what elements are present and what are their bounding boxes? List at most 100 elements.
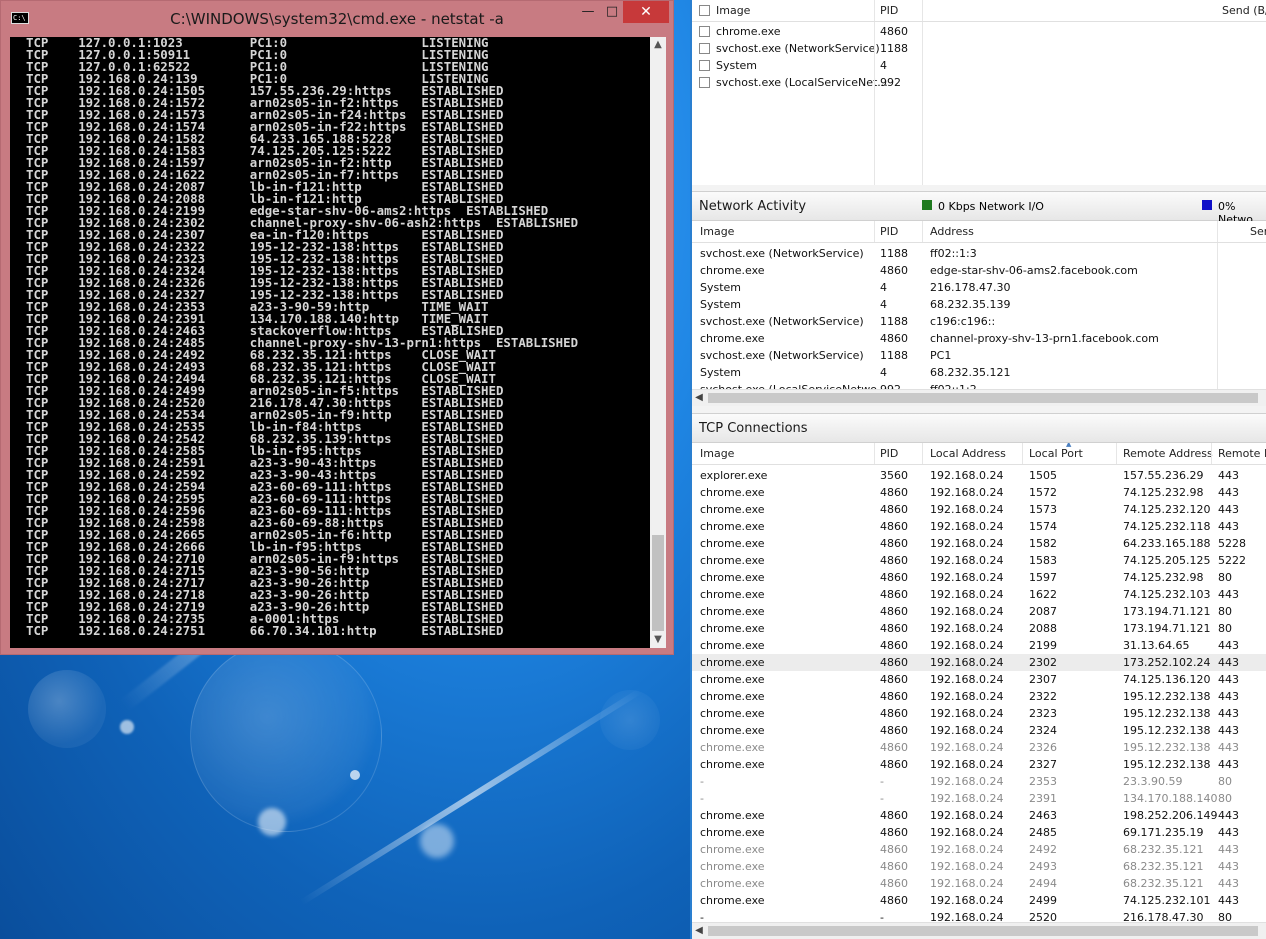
column-image[interactable]: Image xyxy=(716,4,750,17)
tcp-connections-hscrollbar[interactable]: ◀ xyxy=(692,922,1266,939)
network-activity-row[interactable]: svchost.exe (NetworkService) 1188 c196:c19… xyxy=(692,313,1266,330)
network-activity-header[interactable]: Network Activity 0 Kbps Network I/O 0% N… xyxy=(692,191,1266,226)
tcp-connection-row[interactable]: chrome.exe 4860 192.168.0.24 2302 173.252.10… xyxy=(692,654,1266,671)
scrollbar-thumb[interactable] xyxy=(708,393,1258,403)
column-pid[interactable]: PID xyxy=(880,447,898,460)
row-pid: 4860 xyxy=(880,332,908,345)
column-image[interactable]: Image xyxy=(700,225,734,238)
network-activity-row[interactable]: chrome.exe 4860 edge-star-shv-06-ams2.face… xyxy=(692,262,1266,279)
column-send[interactable]: Send (B/ xyxy=(1222,4,1266,17)
row-pid: 4860 xyxy=(880,877,908,890)
row-image: chrome.exe xyxy=(700,264,765,277)
tcp-connection-row[interactable]: chrome.exe 4860 192.168.0.24 1574 74.125.232… xyxy=(692,518,1266,535)
tcp-connection-row[interactable]: chrome.exe 4860 192.168.0.24 2463 198.252.20… xyxy=(692,807,1266,824)
network-activity-hscrollbar[interactable]: ◀ xyxy=(692,389,1266,406)
row-image: chrome.exe xyxy=(700,639,765,652)
row-remote-port: 443 xyxy=(1218,860,1239,873)
cmd-titlebar[interactable]: C:\ C:\WINDOWS\system32\cmd.exe - netsta… xyxy=(1,1,673,34)
network-activity-row[interactable]: svchost.exe (NetworkService) 1188 PC1 xyxy=(692,347,1266,364)
tcp-connection-row[interactable]: explorer.exe 3560 192.168.0.24 1505 157.55.2… xyxy=(692,467,1266,484)
maximize-button[interactable]: □ xyxy=(601,1,623,23)
network-activity-column-header: Image PID Address Ser xyxy=(692,221,1266,243)
network-activity-row[interactable]: System 4 216.178.47.30 xyxy=(692,279,1266,296)
process-checkbox[interactable] xyxy=(699,43,710,54)
process-image: System xyxy=(716,59,758,72)
tcp-connections-header[interactable]: TCP Connections xyxy=(692,413,1266,443)
tcp-connections-title: TCP Connections xyxy=(699,421,808,436)
row-remote-address: 68.232.35.121 xyxy=(1123,860,1204,873)
scroll-left-arrow-icon[interactable]: ◀ xyxy=(692,391,706,405)
scroll-up-arrow-icon[interactable]: ▲ xyxy=(650,37,666,53)
tcp-connection-row[interactable]: chrome.exe 4860 192.168.0.24 2323 195.12.232… xyxy=(692,705,1266,722)
tcp-connection-row[interactable]: chrome.exe 4860 192.168.0.24 2492 68.232.35.… xyxy=(692,841,1266,858)
network-activity-row[interactable]: System 4 68.232.35.139 xyxy=(692,296,1266,313)
column-remote-address[interactable]: Remote Address xyxy=(1123,447,1213,460)
tcp-connection-row[interactable]: chrome.exe 4860 192.168.0.24 2324 195.12.232… xyxy=(692,722,1266,739)
tcp-connection-row[interactable]: - - 192.168.0.24 2391 134.170.188.140 80 xyxy=(692,790,1266,807)
tcp-connection-row[interactable]: chrome.exe 4860 192.168.0.24 1572 74.125.232… xyxy=(692,484,1266,501)
tcp-connection-row[interactable]: chrome.exe 4860 192.168.0.24 2327 195.12.232… xyxy=(692,756,1266,773)
row-image: chrome.exe xyxy=(700,724,765,737)
console-output[interactable]: TCP 127.0.0.1:1023 PC1:0 LISTENING TCP 12… xyxy=(10,37,650,648)
tcp-connection-row[interactable]: chrome.exe 4860 192.168.0.24 2087 173.194.71… xyxy=(692,603,1266,620)
row-address: channel-proxy-shv-13-prn1.facebook.com xyxy=(930,332,1159,345)
column-pid[interactable]: PID xyxy=(880,225,898,238)
row-image: chrome.exe xyxy=(700,690,765,703)
tcp-connection-row[interactable]: chrome.exe 4860 192.168.0.24 2307 74.125.136… xyxy=(692,671,1266,688)
scroll-down-arrow-icon[interactable]: ▼ xyxy=(650,632,666,648)
row-remote-address: 173.194.71.121 xyxy=(1123,605,1211,618)
tcp-connection-row[interactable]: chrome.exe 4860 192.168.0.24 2199 31.13.64.6… xyxy=(692,637,1266,654)
scrollbar-thumb[interactable] xyxy=(652,535,664,631)
process-row[interactable]: svchost.exe (NetworkService) 1188 xyxy=(692,40,1266,57)
tcp-connection-row[interactable]: chrome.exe 4860 192.168.0.24 2088 173.194.71… xyxy=(692,620,1266,637)
column-image[interactable]: Image xyxy=(700,447,734,460)
process-checkbox[interactable] xyxy=(699,60,710,71)
network-activity-row[interactable]: svchost.exe (LocalServiceNetwo...992ff02… xyxy=(692,381,1266,389)
row-image: chrome.exe xyxy=(700,656,765,669)
network-activity-row[interactable]: svchost.exe (NetworkService) 1188 ff02::1:… xyxy=(692,245,1266,262)
select-all-checkbox[interactable] xyxy=(699,5,710,16)
close-button[interactable]: ✕ xyxy=(623,1,669,23)
row-local-port: 2307 xyxy=(1029,673,1057,686)
tcp-connection-row[interactable]: chrome.exe 4860 192.168.0.24 2485 69.171.235… xyxy=(692,824,1266,841)
scroll-left-arrow-icon[interactable]: ◀ xyxy=(692,924,706,938)
process-row[interactable]: System 4 xyxy=(692,57,1266,74)
wallpaper-bubble xyxy=(350,770,360,780)
process-pid: 992 xyxy=(880,76,901,89)
tcp-connection-row[interactable]: chrome.exe 4860 192.168.0.24 2499 74.125.232… xyxy=(692,892,1266,909)
console-scrollbar[interactable]: ▲ ▼ xyxy=(650,37,666,648)
tcp-connection-row[interactable]: chrome.exe 4860 192.168.0.24 1582 64.233.165… xyxy=(692,535,1266,552)
column-address[interactable]: Address xyxy=(930,225,974,238)
process-row[interactable]: chrome.exe 4860 xyxy=(692,23,1266,40)
tcp-connection-row[interactable]: chrome.exe 4860 192.168.0.24 2326 195.12.232… xyxy=(692,739,1266,756)
tcp-connection-row[interactable]: chrome.exe 4860 192.168.0.24 2494 68.232.35.… xyxy=(692,875,1266,892)
scrollbar-thumb[interactable] xyxy=(708,926,1258,936)
tcp-connection-row[interactable]: chrome.exe 4860 192.168.0.24 1583 74.125.205… xyxy=(692,552,1266,569)
network-activity-row[interactable]: chrome.exe 4860 channel-proxy-shv-13-prn1.… xyxy=(692,330,1266,347)
row-pid: 4860 xyxy=(880,690,908,703)
column-remote-port[interactable]: Remote P xyxy=(1218,447,1266,460)
row-local-port: 1573 xyxy=(1029,503,1057,516)
tcp-connection-row[interactable]: chrome.exe 4860 192.168.0.24 1597 74.125.232… xyxy=(692,569,1266,586)
row-remote-port: 443 xyxy=(1218,656,1239,669)
minimize-button[interactable]: — xyxy=(575,1,601,23)
column-send[interactable]: Ser xyxy=(1250,225,1266,238)
tcp-connection-row[interactable]: chrome.exe 4860 192.168.0.24 1622 74.125.232… xyxy=(692,586,1266,603)
row-image: chrome.exe xyxy=(700,877,765,890)
row-pid: 4860 xyxy=(880,826,908,839)
cmd-window[interactable]: C:\ C:\WINDOWS\system32\cmd.exe - netsta… xyxy=(0,0,674,655)
column-local-port[interactable]: Local Port xyxy=(1029,447,1083,460)
row-image: chrome.exe xyxy=(700,809,765,822)
process-checkbox[interactable] xyxy=(699,77,710,88)
tcp-connection-row[interactable]: - - 192.168.0.24 2353 23.3.90.59 80 xyxy=(692,773,1266,790)
process-row[interactable]: svchost.exe (LocalServiceNet... 992 xyxy=(692,74,1266,91)
column-pid[interactable]: PID xyxy=(880,4,898,17)
column-local-address[interactable]: Local Address xyxy=(930,447,1006,460)
tcp-connection-row[interactable]: chrome.exe 4860 192.168.0.24 1573 74.125.232… xyxy=(692,501,1266,518)
process-checkbox[interactable] xyxy=(699,26,710,37)
network-activity-row[interactable]: System 4 68.232.35.121 xyxy=(692,364,1266,381)
row-remote-address: 74.125.232.120 xyxy=(1123,503,1211,516)
tcp-connection-row[interactable]: chrome.exe 4860 192.168.0.24 2322 195.12.232… xyxy=(692,688,1266,705)
tcp-connection-row[interactable]: chrome.exe 4860 192.168.0.24 2493 68.232.35.… xyxy=(692,858,1266,875)
row-image: chrome.exe xyxy=(700,554,765,567)
